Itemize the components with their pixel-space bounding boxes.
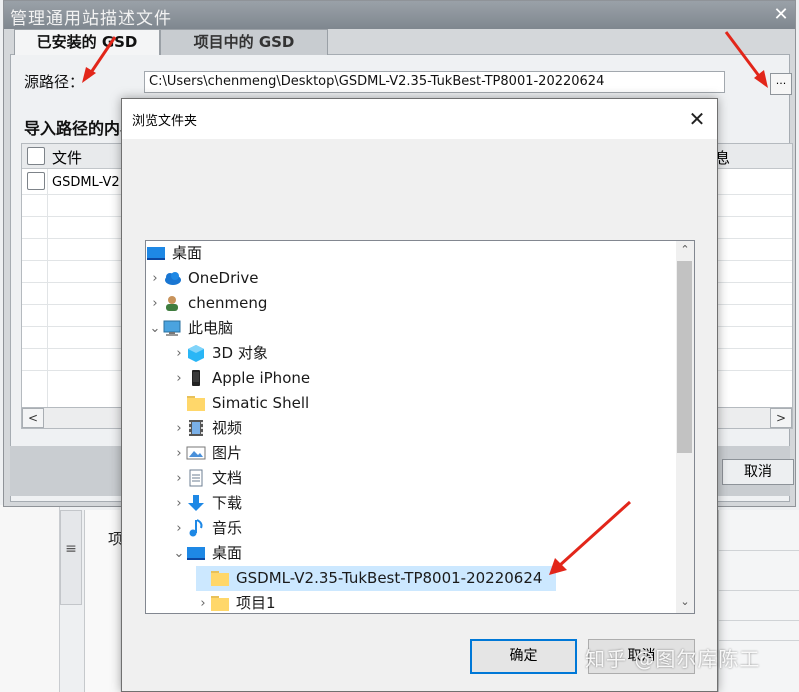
annotation-arrow-icon (82, 36, 117, 83)
annotation-arrow-icon (724, 31, 768, 88)
tree-item-label: 下载 (212, 494, 243, 512)
tree-item-label: 音乐 (212, 519, 243, 537)
tree-item-desktop[interactable]: ⌄ 桌面 (172, 541, 242, 566)
chevron-down-icon[interactable]: ⌄ (148, 316, 162, 341)
close-icon[interactable]: ✕ (685, 107, 709, 131)
user-icon (162, 294, 182, 312)
tree-item-this-pc[interactable]: ⌄ 此电脑 (148, 316, 233, 341)
chevron-right-icon[interactable]: › (172, 366, 186, 391)
tree-item-simatic-shell[interactable]: Simatic Shell (172, 391, 309, 416)
chevron-right-icon[interactable]: › (172, 341, 186, 366)
tree-item-videos[interactable]: › 视频 (172, 416, 242, 441)
tree-item-documents[interactable]: › 文档 (172, 466, 242, 491)
tree-item-label: Simatic Shell (212, 394, 310, 412)
tree-item-desktop-root[interactable]: 桌面 (146, 241, 202, 266)
computer-icon (162, 319, 182, 337)
tree-item-label: 项目1 (236, 594, 276, 612)
dialog-title: 管理通用站描述文件 (10, 9, 172, 29)
video-icon (186, 419, 206, 437)
tree-item-label: 3D 对象 (212, 344, 268, 362)
scroll-right-icon[interactable]: > (770, 408, 792, 428)
3d-objects-icon (186, 344, 206, 362)
browse-titlebar: 浏览文件夹 ✕ (122, 99, 717, 139)
desktop-icon (186, 544, 206, 562)
scroll-up-icon[interactable]: ⌃ (676, 241, 694, 259)
phone-icon (186, 369, 206, 387)
tree-item-label: 视频 (212, 419, 243, 437)
dialog-titlebar: 管理通用站描述文件 ✕ (4, 1, 795, 29)
browse-button[interactable]: ... (770, 73, 792, 95)
documents-icon (186, 469, 206, 487)
tree-item-downloads[interactable]: › 下载 (172, 491, 242, 516)
chevron-right-icon[interactable]: › (148, 291, 162, 316)
chevron-right-icon[interactable]: › (172, 491, 186, 516)
close-icon[interactable]: ✕ (771, 5, 791, 25)
row-checkbox[interactable] (27, 172, 45, 190)
chevron-down-icon[interactable]: ⌄ (172, 541, 186, 566)
scroll-left-icon[interactable]: < (22, 408, 44, 428)
vertical-scrollbar[interactable]: ⌃ ⌄ (676, 241, 694, 613)
tree-item-onedrive[interactable]: › OneDrive (148, 266, 259, 291)
onedrive-cloud-icon (162, 269, 182, 287)
folder-icon (210, 569, 230, 587)
tree-item-label: Apple iPhone (212, 369, 311, 387)
tree-item-label: 此电脑 (188, 319, 234, 337)
column-header-file: 文件 (52, 149, 83, 167)
tree-item-project1[interactable]: › 项目1 (196, 591, 276, 613)
tree-item-gsdml-folder[interactable]: GSDML-V2.35-TukBest-TP8001-20220624 (196, 566, 556, 591)
tree-item-user[interactable]: › chenmeng (148, 291, 267, 316)
tree-item-3d-objects[interactable]: › 3D 对象 (172, 341, 268, 366)
tab-project-gsd[interactable]: 项目中的 GSD (160, 29, 328, 55)
browse-folder-dialog: 浏览文件夹 ✕ 桌面 › OneDrive › chenmeng ⌄ 此电脑 › 3D … (121, 98, 718, 692)
folder-icon (210, 594, 230, 612)
desktop-icon (146, 244, 166, 262)
source-path-field[interactable]: C:\Users\chenmeng\Desktop\GSDML-V2.35-Tu… (144, 71, 725, 93)
chevron-right-icon[interactable]: › (196, 591, 210, 613)
watermark: 知乎 @图尔库陈工 (585, 647, 761, 671)
tree-item-music[interactable]: › 音乐 (172, 516, 242, 541)
hamburger-menu-icon[interactable]: ≡ (60, 510, 82, 605)
browse-dialog-title: 浏览文件夹 (132, 114, 198, 129)
background-left-panel (0, 505, 60, 692)
tree-item-label: OneDrive (188, 269, 259, 287)
tree-item-pictures[interactable]: › 图片 (172, 441, 242, 466)
folder-icon (186, 394, 206, 412)
table-row[interactable]: GSDML-V2 (52, 175, 120, 190)
tree-item-iphone[interactable]: › Apple iPhone (172, 366, 310, 391)
tree-item-label: 文档 (212, 469, 243, 487)
tree-item-label: 图片 (212, 444, 243, 462)
chevron-right-icon[interactable]: › (172, 466, 186, 491)
outer-cancel-button[interactable]: 取消 (722, 459, 794, 485)
download-icon (186, 494, 206, 512)
chevron-right-icon[interactable]: › (172, 516, 186, 541)
scroll-down-icon[interactable]: ⌄ (676, 593, 694, 611)
pictures-icon (186, 444, 206, 462)
import-path-heading: 导入路径的内容 (24, 119, 137, 138)
annotation-arrow-icon (549, 500, 632, 575)
chevron-right-icon[interactable]: › (148, 266, 162, 291)
scroll-thumb[interactable] (677, 261, 692, 453)
chevron-right-icon[interactable]: › (172, 416, 186, 441)
tree-item-label: 桌面 (172, 244, 203, 262)
select-all-checkbox[interactable] (27, 147, 45, 165)
ok-button[interactable]: 确定 (470, 639, 577, 674)
music-icon (186, 518, 206, 537)
tree-item-label: GSDML-V2.35-TukBest-TP8001-20220624 (236, 569, 543, 587)
tree-item-label: chenmeng (188, 294, 268, 312)
tree-item-label: 桌面 (212, 544, 243, 562)
source-path-label: 源路径： (24, 73, 85, 91)
chevron-right-icon[interactable]: › (172, 441, 186, 466)
